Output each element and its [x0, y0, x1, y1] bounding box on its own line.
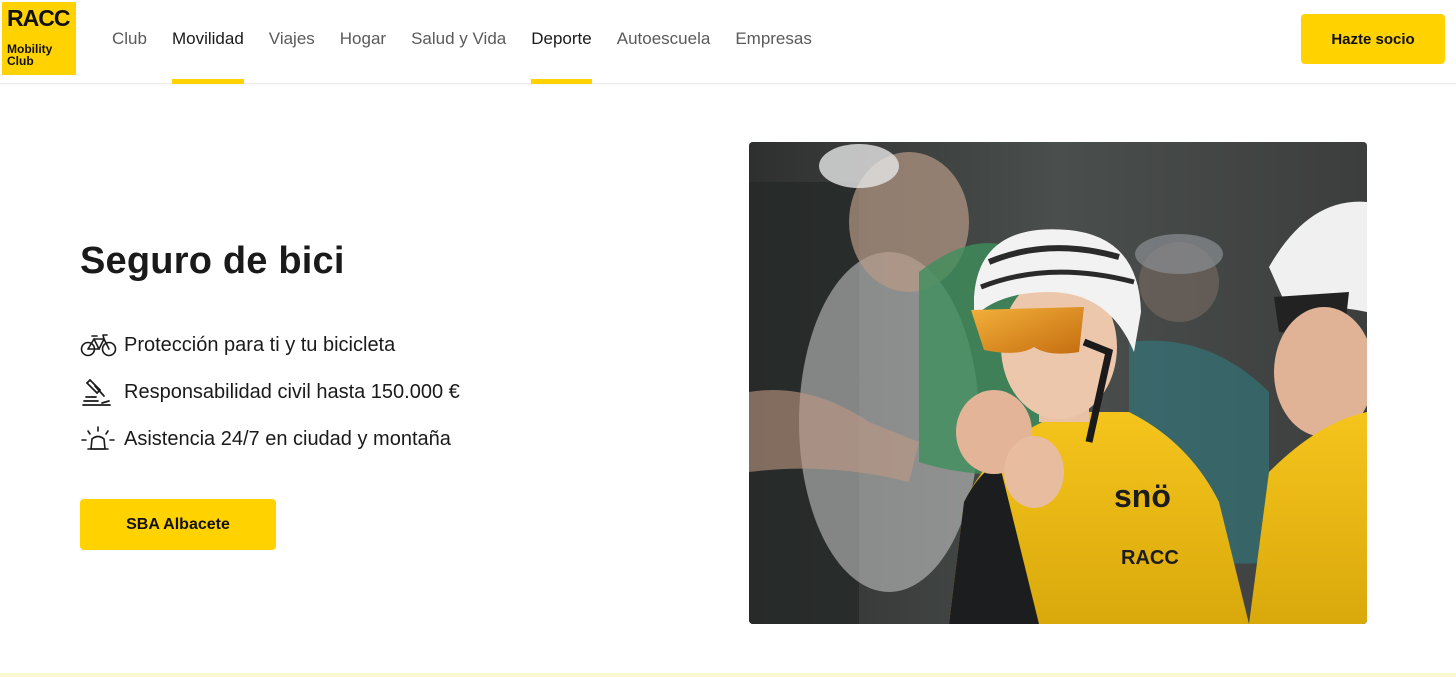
racc-logo[interactable]: RACC Mobility Club [2, 2, 76, 75]
logo-brand: RACC [7, 5, 70, 31]
nav-item-viajes[interactable]: Viajes [269, 0, 315, 84]
gavel-icon [80, 377, 118, 407]
sba-albacete-button[interactable]: SBA Albacete [80, 499, 276, 550]
page-title: Seguro de bici [80, 240, 345, 282]
feature-item: Asistencia 24/7 en ciudad y montaña [80, 424, 460, 454]
site-header: RACC Mobility Club Club Movilidad Viajes… [0, 0, 1456, 84]
nav-item-hogar[interactable]: Hogar [340, 0, 386, 84]
nav-item-salud-y-vida[interactable]: Salud y Vida [411, 0, 506, 84]
nav-item-club[interactable]: Club [112, 0, 147, 84]
feature-list: Protección para ti y tu bicicleta Respon… [80, 330, 460, 471]
nav-item-empresas[interactable]: Empresas [735, 0, 812, 84]
jersey-logo-racc: RACC [1121, 547, 1179, 569]
hazte-socio-button[interactable]: Hazte socio [1301, 14, 1445, 64]
section-divider [0, 673, 1456, 677]
feature-text: Responsabilidad civil hasta 150.000 € [124, 380, 460, 403]
feature-text: Asistencia 24/7 en ciudad y montaña [124, 427, 451, 450]
feature-item: Protección para ti y tu bicicleta [80, 330, 460, 360]
feature-text: Protección para ti y tu bicicleta [124, 333, 396, 356]
feature-item: Responsabilidad civil hasta 150.000 € [80, 377, 460, 407]
jersey-logo-sno: snö [1114, 478, 1171, 514]
nav-item-movilidad[interactable]: Movilidad [171, 0, 244, 84]
siren-icon [80, 424, 118, 454]
hero-photo-cyclists: snö RACC [749, 142, 1367, 624]
nav-item-deporte[interactable]: Deporte [531, 0, 593, 84]
bicycle-icon [80, 330, 118, 360]
logo-line-2: Club [7, 54, 34, 68]
nav-item-autoescuela[interactable]: Autoescuela [617, 0, 711, 84]
main-nav: Club Movilidad Viajes Hogar Salud y Vida… [112, 0, 837, 84]
